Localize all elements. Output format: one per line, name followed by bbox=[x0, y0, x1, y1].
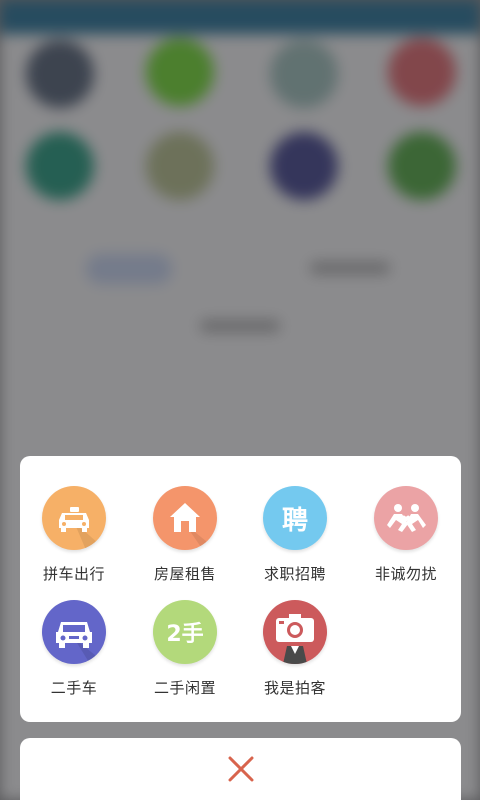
car-icon bbox=[42, 600, 106, 664]
menu-item-label: 二手闲置 bbox=[153, 679, 216, 697]
menu-item-secondhand[interactable]: 2手 二手闲置 bbox=[130, 600, 240, 698]
close-icon bbox=[228, 756, 253, 782]
menu-item-photographer[interactable]: 我是拍客 bbox=[240, 600, 350, 698]
menu-item-label: 二手车 bbox=[50, 679, 98, 697]
menu-item-carpool[interactable]: 拼车出行 bbox=[19, 486, 129, 584]
hire-glyph: 聘 bbox=[281, 505, 308, 536]
menu-item-dating[interactable]: 非诚勿扰 bbox=[351, 486, 461, 584]
secondhand-glyph: 2手 bbox=[166, 622, 204, 647]
menu-item-used-car[interactable]: 二手车 bbox=[19, 600, 129, 698]
menu-item-housing[interactable]: 房屋租售 bbox=[130, 486, 240, 584]
menu-item-label: 我是拍客 bbox=[263, 679, 326, 697]
camera-icon bbox=[263, 600, 327, 664]
taxi-icon bbox=[42, 486, 106, 550]
menu-item-jobs[interactable]: 聘 求职招聘 bbox=[240, 486, 350, 584]
dating-icon bbox=[374, 486, 438, 550]
secondhand-icon: 2手 bbox=[153, 600, 217, 664]
house-icon bbox=[153, 486, 217, 550]
close-button[interactable] bbox=[20, 738, 461, 800]
menu-item-label: 非诚勿扰 bbox=[374, 565, 437, 583]
menu-item-label: 房屋租售 bbox=[153, 565, 216, 583]
hire-icon: 聘 bbox=[263, 486, 327, 550]
menu-item-label: 求职招聘 bbox=[263, 565, 326, 583]
menu-item-label: 拼车出行 bbox=[42, 565, 105, 583]
share-menu-panel: 拼车出行 房屋租售 聘 求职招聘 非诚勿扰 二手车 2手 二手闲置 我是拍客 bbox=[20, 456, 461, 722]
